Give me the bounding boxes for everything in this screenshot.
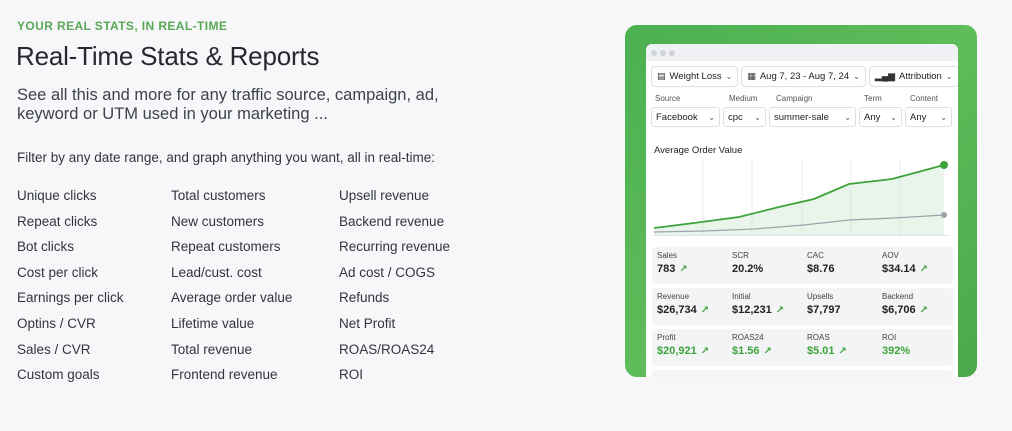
metric-item: Earnings per click xyxy=(17,290,124,306)
trend-up-icon: ↗ xyxy=(700,345,710,357)
page-subtitle: See all this and more for any traffic so… xyxy=(17,86,439,123)
metric-item: Unique clicks xyxy=(17,188,97,203)
calendar-icon: ▦ xyxy=(747,71,756,81)
medium-label: Medium xyxy=(729,94,758,103)
metric-item: Cost per click xyxy=(17,264,99,280)
chevron-down-icon: ⌄ xyxy=(708,112,715,122)
aov-line-chart xyxy=(654,160,950,236)
dashboard-preview-panel: ▤ Weight Loss ⌄ ▦ Aug 7, 23 - Aug 7, 24 … xyxy=(625,25,977,377)
stat-roi: ROI 392% xyxy=(882,333,911,357)
metric-item: Total customers xyxy=(171,188,266,203)
stat-revenue: Revenue $26,734 ↗ xyxy=(657,292,710,316)
signal-bars-icon: ▂▄▆ xyxy=(874,71,896,81)
term-label: Term xyxy=(864,94,882,103)
metric-item: Net Profit xyxy=(339,315,396,331)
trend-up-icon: ↗ xyxy=(700,304,710,316)
funnel-label: Weight Loss xyxy=(669,71,722,82)
metric-item: Frontend revenue xyxy=(171,367,278,383)
term-select[interactable]: Any ⌄ xyxy=(859,107,902,127)
funnel-icon: ▤ xyxy=(657,71,666,81)
stat-aov: AOV $34.14 ↗ xyxy=(882,251,929,275)
window-dot-icon xyxy=(651,49,657,56)
page-title: Real-Time Stats & Reports xyxy=(16,41,320,71)
medium-select[interactable]: cpc ⌄ xyxy=(723,107,766,127)
source-select[interactable]: Facebook ⌄ xyxy=(651,107,720,127)
window-dot-icon xyxy=(669,49,675,56)
metric-item: Custom goals xyxy=(17,367,100,383)
metrics-column-1: Unique clicks Repeat clicks Bot clicks C… xyxy=(17,186,124,391)
trend-up-icon: ↗ xyxy=(919,304,929,316)
stat-sales: Sales 783 ↗ xyxy=(657,251,688,275)
date-range-label: Aug 7, 23 - Aug 7, 24 xyxy=(759,71,850,82)
stat-upsells: Upsells $7,797 xyxy=(807,292,841,316)
funnel-select[interactable]: ▤ Weight Loss ⌄ xyxy=(651,66,739,87)
stats-row-4-partial xyxy=(652,370,953,377)
metric-item: New customers xyxy=(171,213,265,229)
metrics-column-3: Upsell revenue Backend revenue Recurring… xyxy=(339,186,450,391)
metric-item: Upsell revenue xyxy=(339,188,430,203)
metric-item: Average order value xyxy=(171,290,293,306)
stat-roas: ROAS $5.01 ↗ xyxy=(807,333,847,357)
campaign-label: Campaign xyxy=(776,94,813,103)
stat-scr: SCR 20.2% xyxy=(732,251,764,275)
metric-item: ROAS/ROAS24 xyxy=(339,341,435,357)
stat-cac: CAC $8.76 xyxy=(807,251,835,275)
metric-item: Lead/cust. cost xyxy=(171,264,262,280)
metric-item: Recurring revenue xyxy=(339,239,451,255)
metric-item: Repeat customers xyxy=(171,239,281,255)
metric-item: Ad cost / COGS xyxy=(339,264,436,280)
attribution-select[interactable]: ▂▄▆ Attribution ⌄ xyxy=(868,66,958,87)
metric-item: Sales / CVR xyxy=(17,341,91,357)
source-label: Source xyxy=(655,94,681,103)
chevron-down-icon: ⌄ xyxy=(890,112,897,122)
stat-backend: Backend $6,706 ↗ xyxy=(882,292,929,316)
stats-row-3: Profit $20,921 ↗ ROAS24 $1.56 ↗ ROAS $5.01… xyxy=(652,329,953,366)
campaign-select[interactable]: summer-sale ⌄ xyxy=(769,107,856,127)
dashboard-window: ▤ Weight Loss ⌄ ▦ Aug 7, 23 - Aug 7, 24 … xyxy=(646,44,958,377)
chevron-down-icon: ⌄ xyxy=(754,112,761,122)
metric-item: ROI xyxy=(339,367,364,383)
date-range-select[interactable]: ▦ Aug 7, 23 - Aug 7, 24 ⌄ xyxy=(741,66,866,87)
stat-profit: Profit $20,921 ↗ xyxy=(657,333,710,357)
chevron-down-icon: ⌄ xyxy=(940,112,947,122)
stats-row-1: Sales 783 ↗ SCR 20.2% CAC $8.76 AOV $34.1… xyxy=(652,247,953,284)
metric-item: Optins / CVR xyxy=(17,315,96,331)
metrics-column-2: Total customers New customers Repeat cus… xyxy=(171,186,292,391)
trend-up-icon: ↗ xyxy=(919,263,929,275)
window-titlebar xyxy=(646,44,958,61)
chart-title: Average Order Value xyxy=(654,145,743,156)
content-label: Content xyxy=(910,94,939,103)
metric-item: Total revenue xyxy=(171,341,253,357)
metric-item: Backend revenue xyxy=(339,213,445,229)
metric-item: Repeat clicks xyxy=(17,213,98,229)
stat-roas24: ROAS24 $1.56 ↗ xyxy=(732,333,772,357)
chevron-down-icon: ⌄ xyxy=(853,72,860,81)
trend-up-icon: ↗ xyxy=(679,263,688,275)
filter-description: Filter by any date range, and graph anyt… xyxy=(17,150,435,165)
top-filters: ▤ Weight Loss ⌄ ▦ Aug 7, 23 - Aug 7, 24 … xyxy=(651,66,958,87)
metric-item: Refunds xyxy=(339,290,390,306)
trend-up-icon: ↗ xyxy=(763,345,772,357)
stat-initial: Initial $12,231 ↗ xyxy=(732,292,785,316)
metric-item: Lifetime value xyxy=(171,315,255,331)
trend-up-icon: ↗ xyxy=(838,345,847,357)
chart-aov-end-point xyxy=(940,161,948,169)
chevron-down-icon: ⌄ xyxy=(844,112,851,122)
window-dot-icon xyxy=(660,49,666,56)
eyebrow: YOUR REAL STATS, IN REAL-TIME xyxy=(17,19,228,33)
trend-up-icon: ↗ xyxy=(775,304,785,316)
chart-baseline-end-point xyxy=(941,212,947,218)
chevron-down-icon: ⌄ xyxy=(945,72,953,81)
metric-item: Bot clicks xyxy=(17,239,75,255)
chevron-down-icon: ⌄ xyxy=(725,72,733,81)
content-select[interactable]: Any ⌄ xyxy=(905,107,952,127)
attribution-label: Attribution xyxy=(899,71,942,82)
stats-row-2: Revenue $26,734 ↗ Initial $12,231 ↗ Upsell… xyxy=(652,288,953,325)
